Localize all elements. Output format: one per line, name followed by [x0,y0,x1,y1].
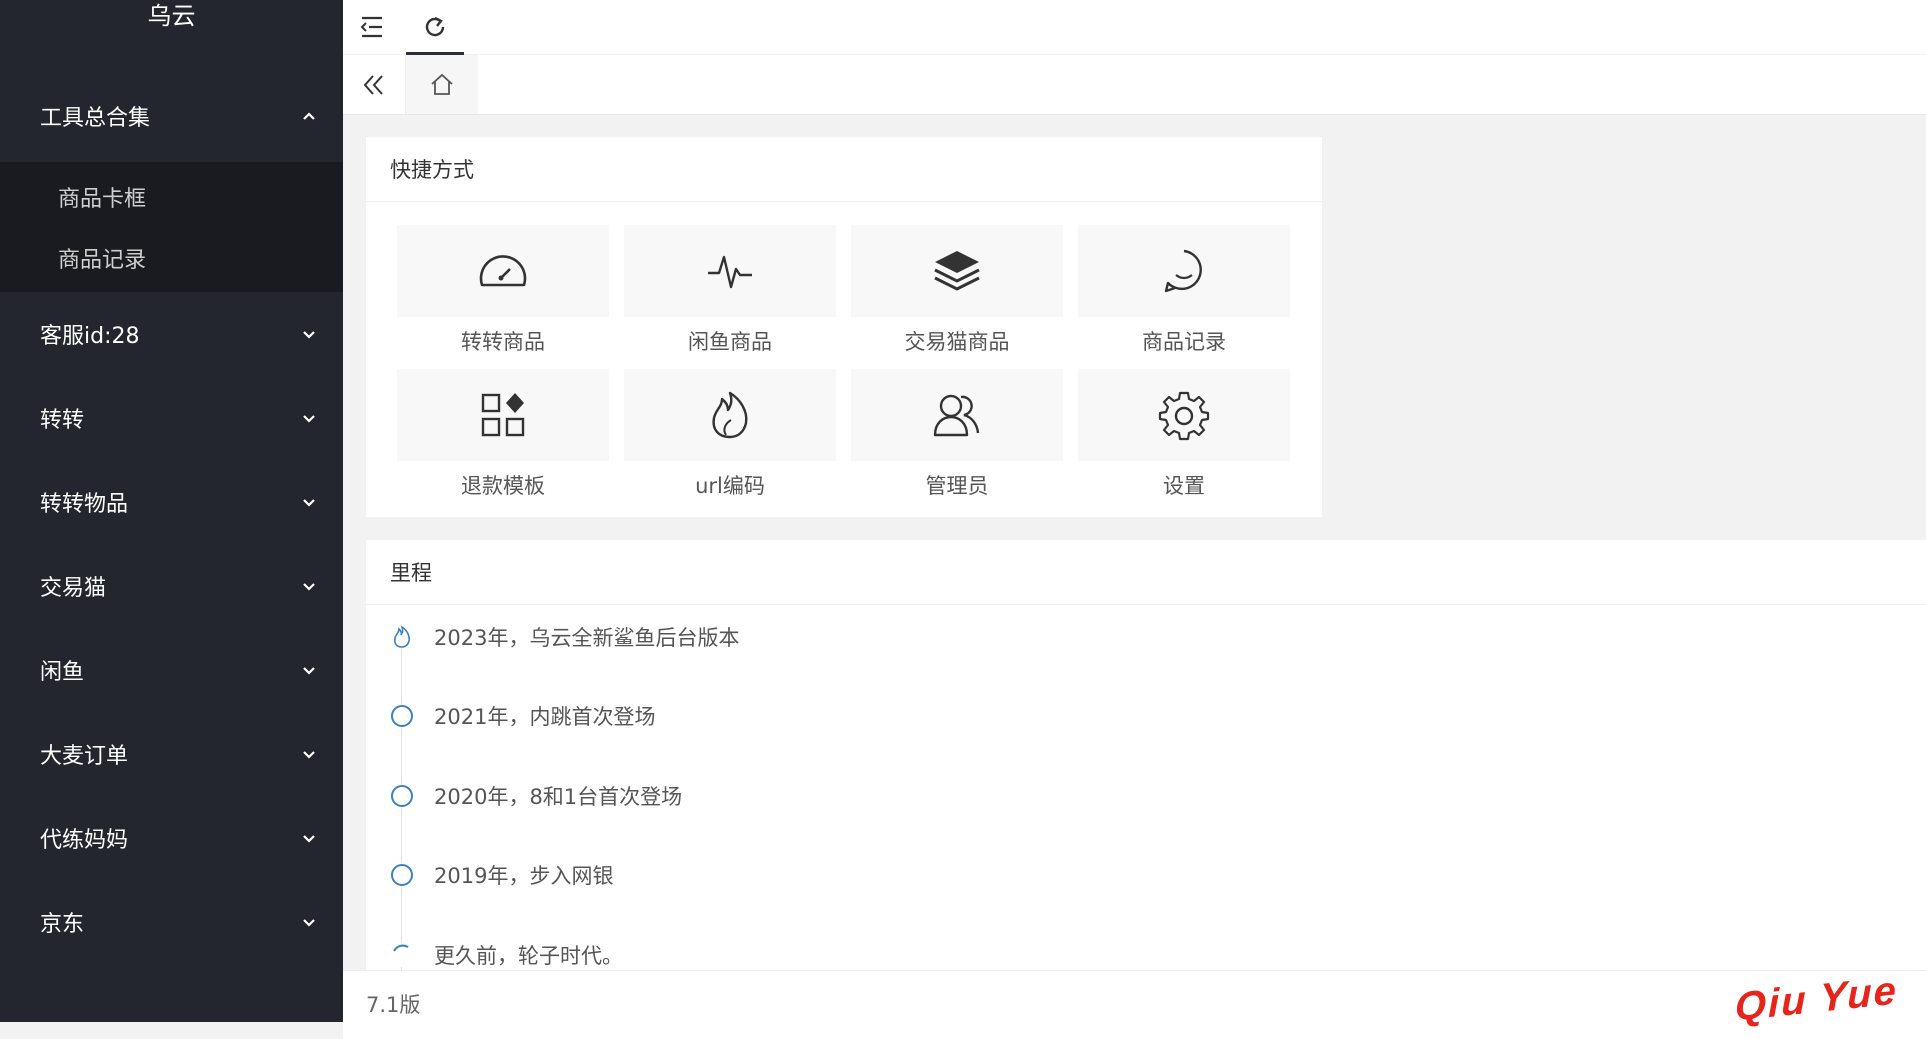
chevron-down-icon [303,331,315,339]
footer: 7.1版 Qiu Yue [343,968,1926,1039]
app-logo: 乌云 [147,2,196,30]
shortcuts-card: 快捷方式 转转商品 闲鱼商品 交易猫商品 商品记录 退款模板 url编码 管理员… [366,137,1322,517]
tab-bar [343,55,1926,115]
menu-fold-button[interactable] [343,0,401,54]
circle-node-icon [391,864,413,886]
sidebar-item-label: 大麦订单 [40,744,129,769]
shortcut-admin[interactable]: 管理员 [851,369,1063,498]
gear-icon [1158,391,1210,441]
shortcut-xianyu-goods[interactable]: 闲鱼商品 [624,225,836,354]
milestone-card: 里程 2023年，乌云全新鲨鱼后台版本 2021年，内跳首次登场 2020年，8… [366,540,1926,970]
sidebar-item-label: 闲鱼 [40,660,85,685]
sidebar-item-dailian-mama[interactable]: 代练妈妈 [0,796,343,880]
sidebar-item-customer-service[interactable]: 客服id:28 [0,292,343,376]
shortcut-url-encode[interactable]: url编码 [624,369,836,498]
shortcut-zhuanzhuan-goods[interactable]: 转转商品 [397,225,609,354]
sidebar-item-jd[interactable]: 京东 [0,880,343,964]
users-icon [933,394,980,437]
timeline-item: 2020年，8和1台首次登场 [390,776,682,816]
sidebar: 乌云 工具总合集 商品卡框 商品记录 客服id:28 转转 转转物品 交易猫 闲… [0,0,343,1022]
chevron-down-icon [303,415,315,423]
smile-face-icon [1164,249,1202,293]
sidebar-item-label: 转转 [40,408,85,433]
menu-fold-icon [360,16,382,38]
top-header [343,0,1926,55]
milestone-card-title: 里程 [366,540,1926,605]
shortcut-product-record[interactable]: 商品记录 [1078,225,1290,354]
version-text: 7.1版 [366,993,421,1017]
sidebar-item-label: 京东 [40,912,85,937]
tab-home[interactable] [406,55,478,114]
shortcut-settings[interactable]: 设置 [1078,369,1290,498]
sidebar-item-label: 交易猫 [40,576,107,601]
sidebar-item-zhuanzhuan[interactable]: 转转 [0,376,343,460]
submenu-tools: 商品卡框 商品记录 [0,162,343,292]
loading-spinner-icon [393,944,409,952]
flame-icon [393,625,410,648]
sidebar-item-label: 工具总合集 [40,106,151,131]
app-grid-icon [481,393,525,437]
sidebar-subitem-product-record[interactable]: 商品记录 [0,227,343,288]
chevron-down-icon [303,919,315,927]
timeline-item: 2023年，乌云全新鲨鱼后台版本 [390,617,739,657]
timeline-item: 2019年，步入网银 [390,855,613,895]
layers-stack-icon [934,251,980,291]
sidebar-item-label: 转转物品 [40,492,129,517]
sidebar-item-zhuanzhuan-goods[interactable]: 转转物品 [0,460,343,544]
refresh-icon [425,16,445,37]
sidebar-item-label: 客服id:28 [40,324,140,349]
sidebar-item-damai-orders[interactable]: 大麦订单 [0,712,343,796]
chevron-down-icon [303,835,315,843]
home-icon [431,73,453,95]
circle-node-icon [391,705,413,727]
timeline-item: 更久前，轮子时代。 [390,935,623,970]
double-chevron-left-icon [363,74,383,95]
chevron-down-icon [303,751,315,759]
sidebar-item-tools[interactable]: 工具总合集 [0,70,343,162]
refresh-button[interactable] [406,0,464,55]
heartbeat-pulse-icon [708,255,752,289]
timeline-item: 2021年，内跳首次登场 [390,696,655,736]
sidebar-subitem-product-card[interactable]: 商品卡框 [0,166,343,227]
chevron-down-icon [303,499,315,507]
tab-scroll-left-button[interactable] [343,55,406,114]
shortcuts-card-title: 快捷方式 [366,137,1322,202]
circle-node-icon [391,785,413,807]
sidebar-item-label: 代练妈妈 [40,828,129,853]
chevron-up-icon [303,112,315,120]
shortcut-jiaoyimao-goods[interactable]: 交易猫商品 [851,225,1063,354]
chevron-down-icon [303,583,315,591]
brand-watermark: Qiu Yue [1735,968,1898,1030]
sidebar-item-jiaoyimao[interactable]: 交易猫 [0,544,343,628]
fire-flame-icon [712,391,748,439]
sidebar-item-xianyu[interactable]: 闲鱼 [0,628,343,712]
dashboard-gauge-icon [479,255,527,287]
shortcut-refund-template[interactable]: 退款模板 [397,369,609,498]
chevron-down-icon [303,667,315,675]
